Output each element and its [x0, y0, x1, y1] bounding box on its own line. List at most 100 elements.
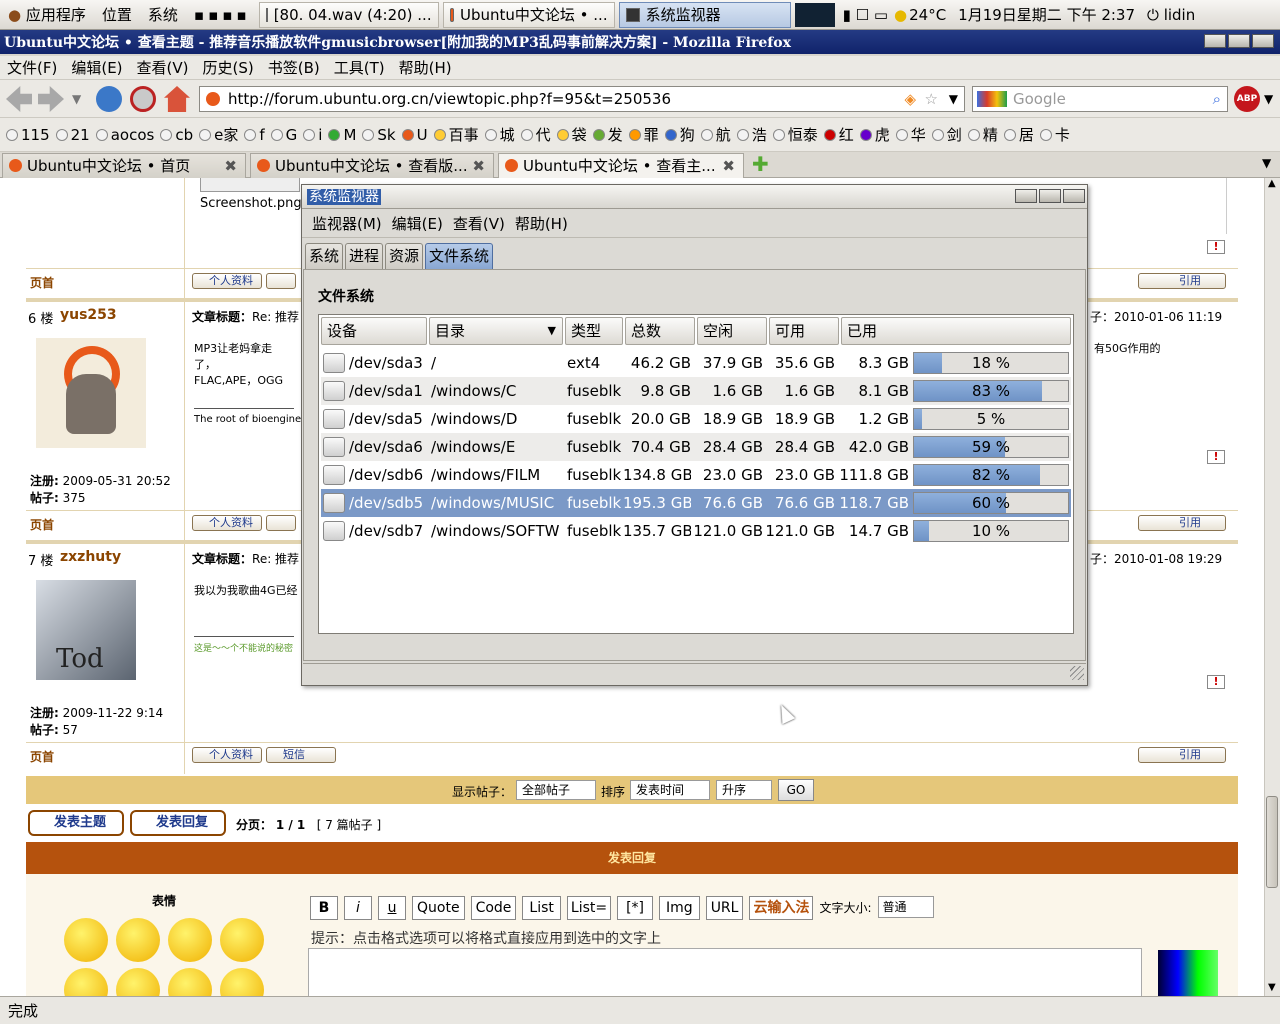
sort-select[interactable]: 发表时间 — [630, 780, 710, 800]
pm-button[interactable] — [266, 515, 296, 531]
tab-home[interactable]: Ubuntu中文论坛 • 首页 ✖ — [2, 153, 246, 178]
bookmark[interactable]: G — [270, 126, 297, 144]
user-menu[interactable]: ⏻ lidin — [1147, 6, 1195, 24]
profile-button[interactable]: 个人资料 — [192, 273, 262, 289]
bookmark[interactable]: f — [244, 126, 265, 144]
bookmark[interactable]: 恒泰 — [772, 124, 818, 145]
close-tab-icon[interactable]: ✖ — [224, 154, 237, 178]
tab-list-icon[interactable]: ▼ — [1262, 156, 1271, 170]
adblock-icon[interactable]: ABP — [1234, 86, 1260, 112]
quote-button[interactable]: 引用 — [1138, 515, 1226, 531]
bookmark[interactable]: 百事 — [433, 124, 479, 145]
table-row[interactable]: /dev/sdb6/windows/FILM fuseblk 134.8 GB 23.… — [321, 461, 1071, 489]
star-icon[interactable]: ☆ — [925, 87, 938, 111]
url-button[interactable]: URL — [705, 896, 744, 920]
tab-forum[interactable]: Ubuntu中文论坛 • 查看版... ✖ — [250, 153, 494, 178]
maximize-button[interactable] — [1228, 34, 1250, 48]
bookmark[interactable]: 狗 — [664, 124, 695, 145]
close-tab-icon[interactable]: ✖ — [472, 154, 485, 178]
tab-system[interactable]: 系统 — [305, 243, 344, 269]
menu-bookmarks[interactable]: 书签(B) — [261, 57, 327, 78]
bookmark[interactable]: cb — [160, 126, 193, 144]
go-button[interactable]: GO — [778, 779, 814, 801]
bookmark[interactable]: aocos — [95, 126, 154, 144]
menu-help[interactable]: 帮助(H) — [392, 57, 459, 78]
close-button[interactable] — [1252, 34, 1274, 48]
bookmark[interactable]: M — [328, 126, 356, 144]
tab-topic[interactable]: Ubuntu中文论坛 • 查看主... ✖ — [498, 153, 744, 178]
bookmark[interactable]: 卡 — [1039, 124, 1070, 145]
search-input[interactable]: Google ⌕ — [972, 86, 1228, 112]
bookmark[interactable]: e家 — [199, 124, 238, 145]
column-header-type[interactable]: 类型 — [565, 317, 623, 345]
profile-button[interactable]: 个人资料 — [192, 515, 262, 531]
rss-icon[interactable]: ◈ — [904, 87, 916, 111]
scroll-up-icon[interactable]: ▲ — [1268, 178, 1276, 189]
menu-edit[interactable]: 编辑(E) — [392, 213, 443, 234]
clock[interactable]: 1月19日星期二 下午 2:37 — [958, 4, 1135, 25]
bookmark[interactable]: 精 — [967, 124, 998, 145]
underline-button[interactable]: u — [378, 896, 406, 920]
post-author[interactable]: zxzhuty — [60, 549, 121, 565]
google-icon[interactable] — [977, 91, 1007, 107]
table-row[interactable]: /dev/sda3 / ext4 46.2 GB 37.9 GB 35.6 GB 8.3 G… — [321, 349, 1071, 377]
bookmark[interactable]: U — [401, 126, 428, 144]
menu-tools[interactable]: 工具(T) — [327, 57, 392, 78]
tray-icons[interactable]: ▮ ☐ ▭ — [843, 6, 888, 24]
menu-history[interactable]: 历史(S) — [196, 57, 261, 78]
url-input[interactable]: http://forum.ubuntu.org.cn/viewtopic.php… — [199, 86, 965, 112]
column-header-device[interactable]: 设备 — [321, 317, 427, 345]
bookmark[interactable]: 袋 — [556, 124, 587, 145]
pm-button[interactable] — [266, 273, 296, 289]
bookmark[interactable]: i — [303, 126, 322, 144]
bookmark[interactable]: 航 — [700, 124, 731, 145]
tab-processes[interactable]: 进程 — [345, 243, 384, 269]
font-size-select[interactable]: 普通 — [877, 896, 934, 918]
applications-menu[interactable]: ● 应用程序 — [0, 4, 94, 25]
column-header-free[interactable]: 空闲 — [697, 317, 767, 345]
menu-view[interactable]: 查看(V) — [453, 213, 505, 234]
report-icon[interactable]: ! — [1207, 240, 1225, 254]
column-header-available[interactable]: 可用 — [769, 317, 839, 345]
places-menu[interactable]: 位置 — [94, 4, 140, 25]
list-item-button[interactable]: [*] — [617, 896, 654, 920]
back-icon[interactable] — [6, 86, 32, 112]
url-dropdown-icon[interactable]: ▼ — [949, 87, 958, 111]
ordered-list-button[interactable]: List= — [566, 896, 612, 920]
task-system-monitor[interactable]: 系统监视器 — [618, 1, 791, 28]
post-reply-button[interactable]: 发表回复 — [130, 810, 226, 836]
home-icon[interactable] — [164, 86, 190, 112]
close-tab-icon[interactable]: ✖ — [722, 154, 735, 178]
smiley-icon[interactable] — [168, 918, 212, 962]
weather-temp[interactable]: 24°C — [909, 6, 946, 24]
display-select[interactable]: 全部帖子 — [516, 780, 596, 800]
forward-icon[interactable] — [38, 86, 64, 112]
table-row[interactable]: /dev/sda6/windows/E fuseblk 70.4 GB 28.4 GB… — [321, 433, 1071, 461]
report-icon[interactable]: ! — [1207, 675, 1225, 689]
bookmark[interactable]: 代 — [520, 124, 551, 145]
profile-button[interactable]: 个人资料 — [192, 747, 262, 763]
bookmark[interactable]: 居 — [1003, 124, 1034, 145]
quote-format-button[interactable]: Quote — [412, 896, 465, 920]
column-header-total[interactable]: 总数 — [625, 317, 695, 345]
scroll-down-icon[interactable]: ▼ — [1268, 982, 1276, 993]
task-firefox[interactable]: Ubuntu中文论坛 • ... — [442, 1, 615, 28]
scrollbar-thumb[interactable] — [1266, 796, 1278, 888]
bookmark[interactable]: 红 — [823, 124, 854, 145]
search-icon[interactable]: ⌕ — [1213, 87, 1221, 111]
bookmark[interactable]: 浩 — [736, 124, 767, 145]
table-row[interactable]: /dev/sdb5/windows/MUSIC fuseblk 195.3 GB 76… — [321, 489, 1071, 517]
italic-button[interactable]: i — [344, 896, 372, 920]
bookmark[interactable]: 城 — [484, 124, 515, 145]
bold-button[interactable]: B — [310, 896, 338, 920]
list-button[interactable]: List — [522, 896, 561, 920]
bookmark[interactable]: 剑 — [931, 124, 962, 145]
column-header-used[interactable]: 已用 — [841, 317, 1071, 345]
attachment-thumbnail[interactable] — [200, 178, 300, 192]
menu-view[interactable]: 查看(V) — [130, 57, 196, 78]
report-icon[interactable]: ! — [1207, 450, 1225, 464]
new-tab-icon[interactable]: ✚ — [752, 152, 769, 176]
minimize-button[interactable] — [1015, 189, 1037, 203]
new-topic-button[interactable]: 发表主题 — [28, 810, 124, 836]
tab-resources[interactable]: 资源 — [385, 243, 424, 269]
